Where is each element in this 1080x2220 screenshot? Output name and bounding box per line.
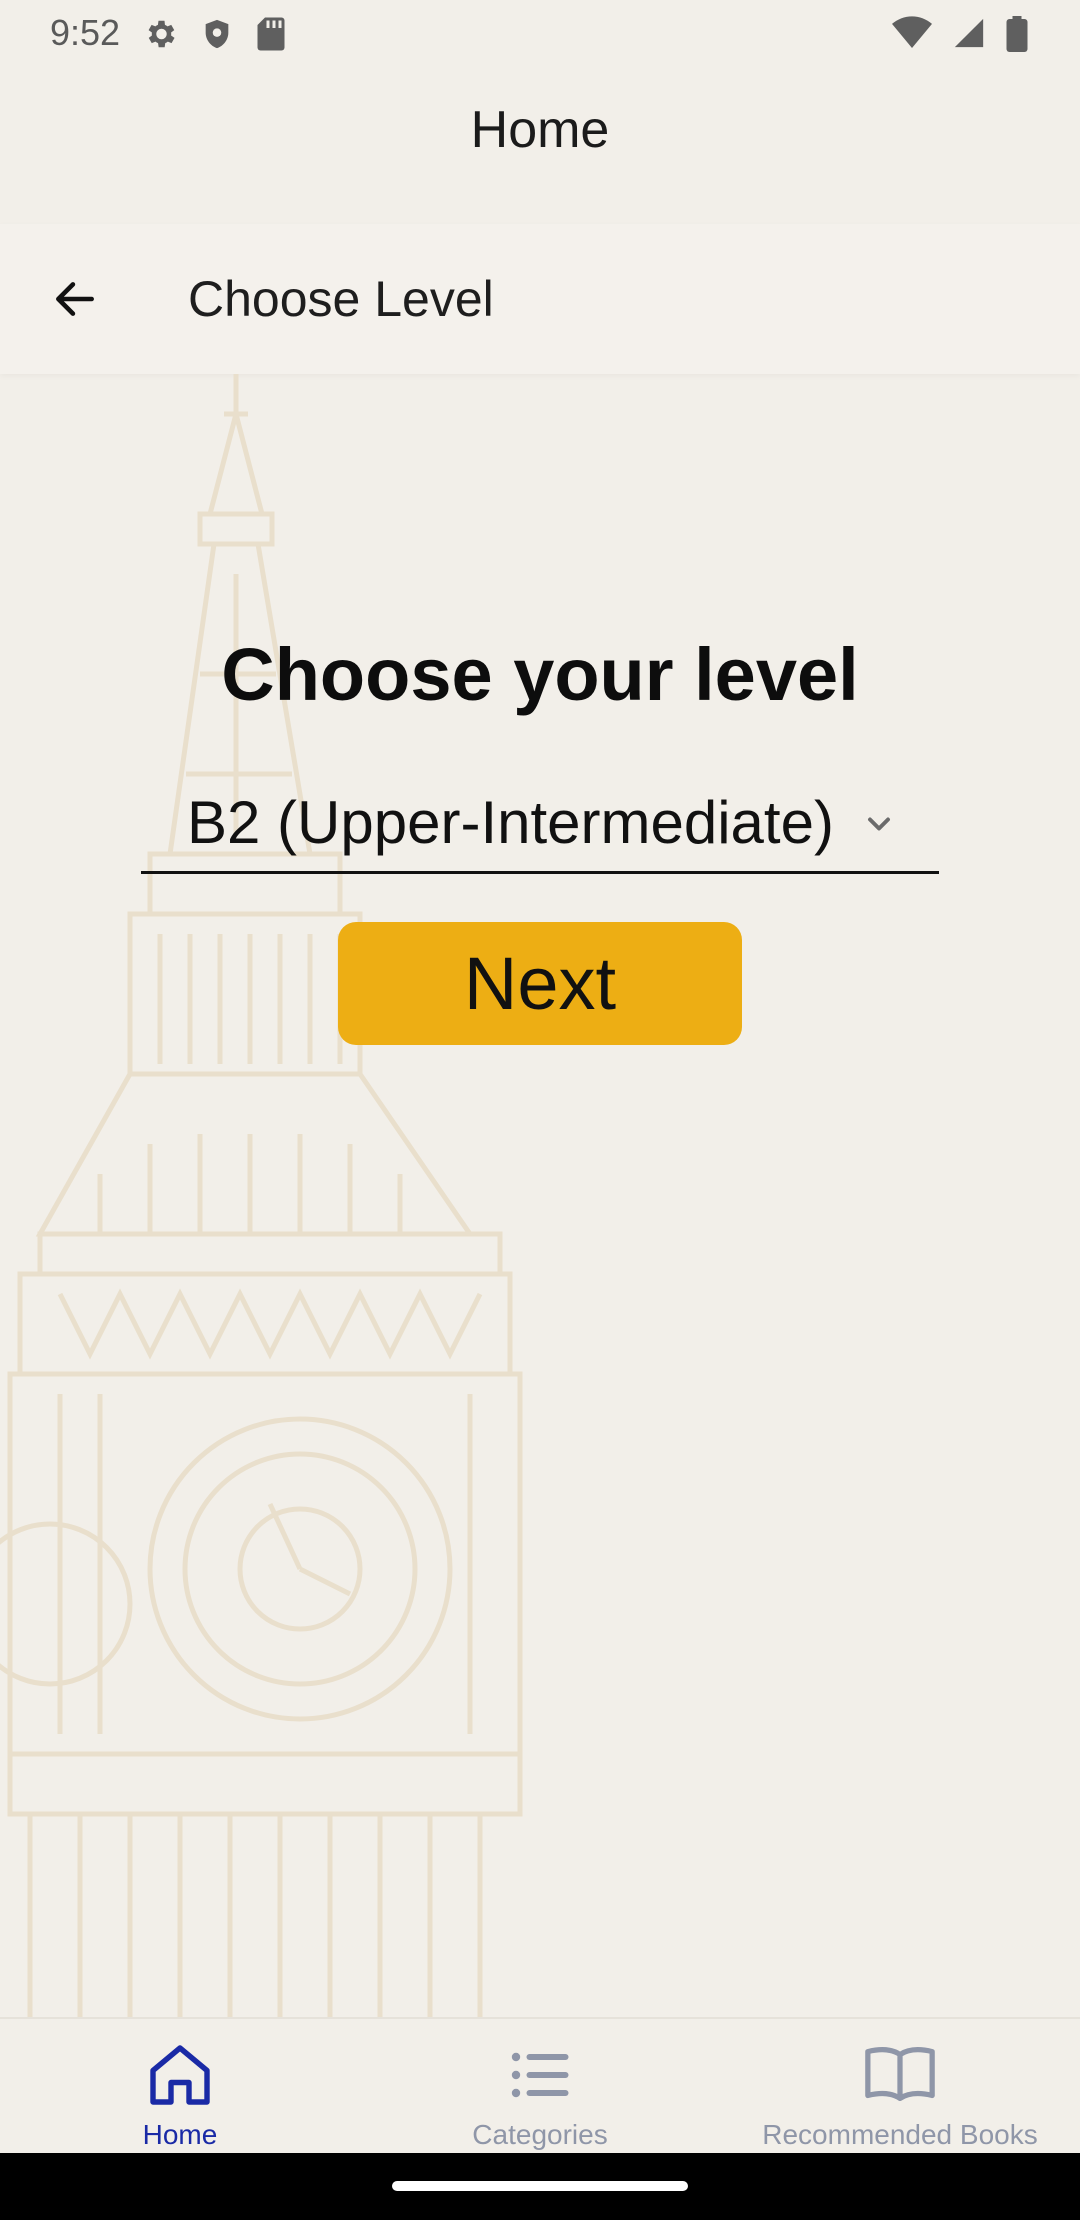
list-icon <box>511 2052 569 2098</box>
status-icons-left <box>142 16 286 52</box>
system-gesture-bar <box>0 2153 1080 2220</box>
sd-card-icon <box>256 16 286 52</box>
tower-sketch-background <box>0 374 523 2020</box>
bottom-navigation: Home Categories Recommended Books <box>0 2017 1080 2153</box>
choose-level-heading: Choose your level <box>221 633 859 716</box>
signal-icon <box>952 16 986 52</box>
level-select-value: B2 (Upper-Intermediate) <box>187 789 834 856</box>
chevron-down-icon <box>868 817 890 831</box>
nav-item-categories[interactable]: Categories <box>360 2019 720 2153</box>
app-bar-title: Choose Level <box>188 271 494 327</box>
shield-icon <box>200 16 234 52</box>
back-button[interactable] <box>40 264 110 334</box>
nav-label-home: Home <box>142 2119 218 2150</box>
settings-gear-icon <box>142 16 178 52</box>
nav-item-recommended-books[interactable]: Recommended Books <box>720 2019 1080 2153</box>
arrow-back-icon <box>56 282 94 316</box>
next-button[interactable]: Next <box>338 922 742 1045</box>
home-icon <box>150 2045 210 2105</box>
nav-label-categories: Categories <box>472 2119 608 2150</box>
status-icons-right <box>892 16 1028 52</box>
status-time: 9:52 <box>50 12 121 53</box>
app-bar: Choose Level <box>0 224 1080 374</box>
home-gesture-handle[interactable] <box>392 2181 688 2191</box>
nav-item-home[interactable]: Home <box>0 2019 360 2153</box>
nav-label-recommended-books: Recommended Books <box>762 2119 1038 2150</box>
status-bar: 9:52 <box>0 0 1080 66</box>
wifi-icon <box>892 16 932 52</box>
level-select[interactable]: B2 (Upper-Intermediate) <box>141 778 939 874</box>
choose-level-screen: 9:52 Home Choose Level Choose your level… <box>0 0 1080 2220</box>
page-title: Home <box>470 101 610 159</box>
book-icon <box>865 2047 935 2102</box>
battery-icon <box>1006 16 1028 52</box>
